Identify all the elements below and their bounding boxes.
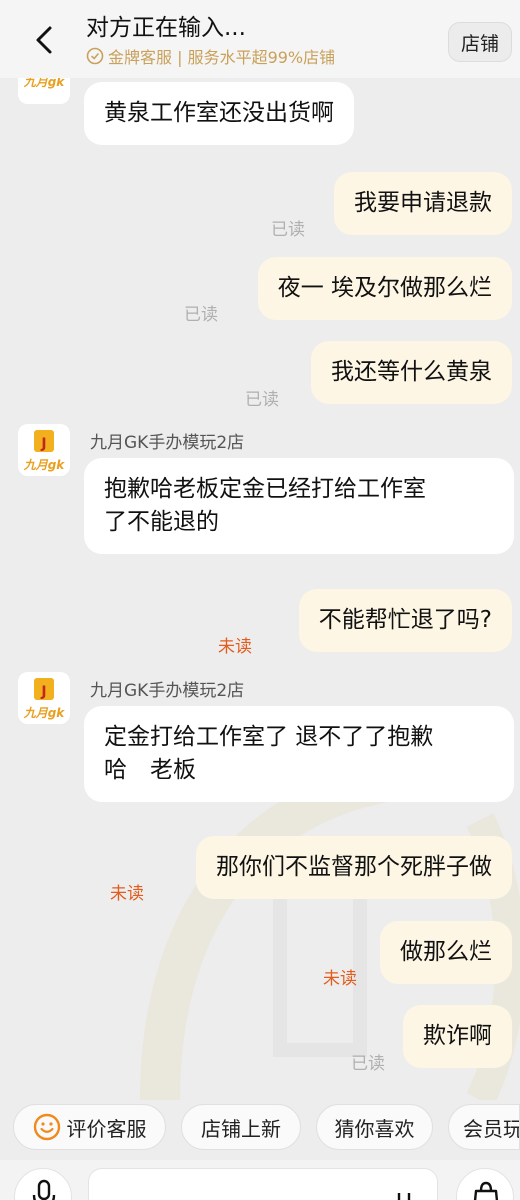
message-text-line: 了不能退的 — [104, 509, 219, 535]
chat-messages[interactable]: 九月gk 黄泉工作室还没出货啊 我要申请退款 已读 夜一 埃及尔做那么烂 已读 … — [0, 52, 520, 1093]
outgoing-message[interactable]: 欺诈啊 — [403, 1005, 512, 1068]
microphone-icon — [32, 1179, 56, 1200]
message-text: 不能帮忙退了吗? — [318, 607, 492, 633]
outgoing-message[interactable]: 做那么烂 — [380, 921, 512, 984]
outgoing-message[interactable]: 不能帮忙退了吗? — [298, 589, 512, 652]
guess-you-like-chip[interactable]: 猜你喜欢 — [316, 1104, 433, 1150]
shopping-bag-icon — [473, 1181, 499, 1200]
svg-text:九月gk: 九月gk — [23, 458, 66, 472]
chip-label: 会员玩 — [463, 1116, 520, 1141]
svg-text:九月gk: 九月gk — [23, 706, 66, 720]
unread-status: 未读 — [323, 969, 357, 989]
smiley-icon — [33, 1113, 60, 1141]
member-chip[interactable]: 会员玩 — [448, 1104, 520, 1150]
chevron-left-icon — [36, 26, 52, 54]
shop-avatar[interactable]: J 九月gk — [18, 672, 70, 724]
shop-button[interactable]: 店铺 — [448, 22, 512, 62]
unread-status: 未读 — [110, 884, 144, 904]
voice-button[interactable] — [14, 1168, 72, 1200]
chat-title: 对方正在输入... — [86, 15, 246, 41]
emoji-icon — [397, 1193, 411, 1200]
read-status: 已读 — [351, 1054, 385, 1074]
back-button[interactable] — [28, 22, 64, 58]
incoming-message[interactable]: 定金打给工作室了 退不了了抱歉 哈 老板 — [84, 706, 514, 802]
message-text-line: 哈 老板 — [104, 757, 196, 783]
shop-new-chip[interactable]: 店铺上新 — [181, 1104, 301, 1150]
medal-icon — [86, 47, 104, 65]
chip-label: 店铺上新 — [201, 1116, 281, 1141]
shop-avatar[interactable]: J 九月gk — [18, 424, 70, 476]
sender-name: 九月GK手办模玩2店 — [90, 433, 245, 453]
message-text: 我还等什么黄泉 — [331, 359, 492, 385]
message-text-input[interactable] — [88, 1168, 438, 1200]
read-status: 已读 — [271, 220, 305, 240]
quick-actions-bar: 评价客服 店铺上新 猜你喜欢 会员玩 — [0, 1098, 520, 1154]
chip-label: 评价客服 — [66, 1116, 147, 1141]
shop-logo-icon: J 九月gk — [18, 424, 70, 476]
shop-logo-icon: J 九月gk — [18, 672, 70, 724]
message-text: 我要申请退款 — [354, 190, 492, 216]
chat-header: 对方正在输入... 金牌客服 | 服务水平超99%店铺 店铺 — [0, 0, 520, 78]
message-text: 夜一 埃及尔做那么烂 — [277, 275, 492, 301]
outgoing-message[interactable]: 夜一 埃及尔做那么烂 — [257, 257, 512, 320]
svg-text:J: J — [40, 436, 46, 452]
incoming-message[interactable]: 黄泉工作室还没出货啊 — [84, 82, 354, 145]
message-text: 做那么烂 — [400, 939, 492, 965]
message-text-line: 抱歉哈老板定金已经打给工作室 — [104, 476, 426, 502]
service-badge: 金牌客服 | 服务水平超99%店铺 — [86, 44, 335, 68]
outgoing-message[interactable]: 那你们不监督那个死胖子做 — [196, 836, 512, 899]
outgoing-message[interactable]: 我要申请退款 — [334, 172, 512, 235]
read-status: 已读 — [245, 390, 279, 410]
chip-label: 猜你喜欢 — [334, 1116, 415, 1141]
message-input-bar — [0, 1160, 520, 1200]
message-text: 欺诈啊 — [423, 1023, 492, 1049]
service-badge-text: 金牌客服 | 服务水平超99%店铺 — [108, 48, 336, 67]
rate-service-chip[interactable]: 评价客服 — [13, 1104, 166, 1150]
shopping-bag-button[interactable] — [456, 1168, 514, 1200]
message-text: 那你们不监督那个死胖子做 — [216, 854, 492, 880]
message-text-line: 定金打给工作室了 退不了了抱歉 — [104, 724, 434, 750]
outgoing-message[interactable]: 我还等什么黄泉 — [311, 341, 512, 404]
sender-name: 九月GK手办模玩2店 — [90, 681, 245, 701]
svg-text:J: J — [40, 684, 46, 700]
unread-status: 未读 — [218, 637, 252, 657]
incoming-message[interactable]: 抱歉哈老板定金已经打给工作室 了不能退的 — [84, 458, 514, 554]
read-status: 已读 — [184, 305, 218, 325]
message-text: 黄泉工作室还没出货啊 — [104, 100, 334, 126]
